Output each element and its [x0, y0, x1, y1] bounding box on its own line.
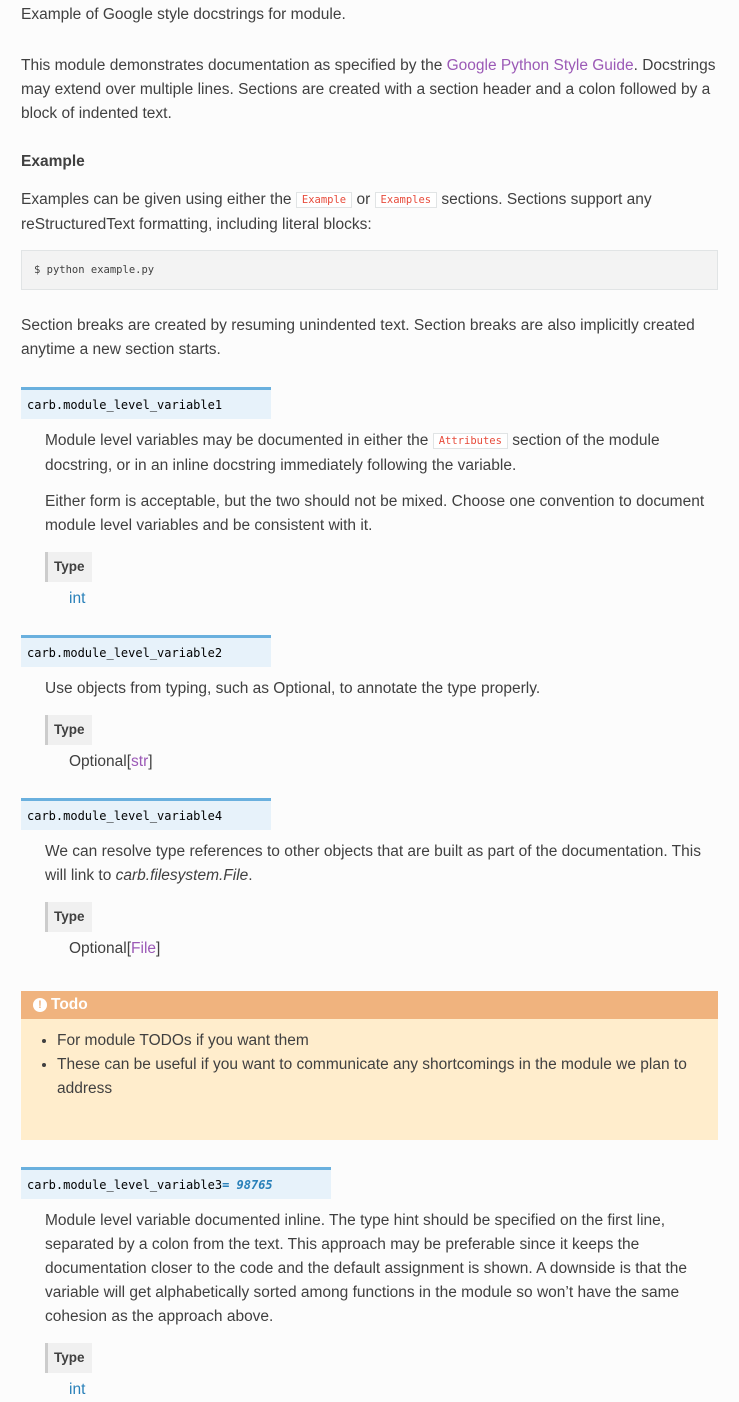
signature-name: carb.module_level_variable2: [27, 646, 223, 660]
description-para: Use objects from typing, such as Optiona…: [45, 680, 541, 697]
type-field-label: Type: [45, 715, 92, 745]
type-field-label: Type: [45, 1343, 92, 1373]
description-para: Module level variables may be documented…: [45, 429, 718, 478]
type-field-value: Optional[File]: [45, 937, 718, 961]
signature-name: carb.module_level_variable1: [27, 398, 223, 412]
signature-name: carb.module_level_variable3: [27, 1178, 223, 1192]
module-summary: Example of Google style docstrings for m…: [21, 6, 346, 23]
module-description: This module demonstrates documentation a…: [21, 54, 718, 126]
type-field-label: Type: [45, 552, 92, 582]
inline-code-example: Example: [295, 192, 353, 208]
variable-signature[interactable]: carb.module_level_variable2: [21, 635, 271, 667]
type-prefix: Optional[: [69, 940, 132, 957]
todo-title: ! Todo: [21, 991, 718, 1019]
variable-description: Module level variable documented inline.…: [21, 1209, 718, 1402]
example-description: Examples can be given using either the E…: [21, 188, 718, 237]
variable-entry: carb.module_level_variable2 Use objects …: [21, 623, 718, 774]
type-suffix: ]: [156, 940, 161, 957]
literal-code-block: $ python example.py: [21, 250, 718, 290]
type-field-value: int: [45, 1378, 718, 1402]
variable-description: Use objects from typing, such as Optiona…: [21, 677, 718, 774]
variable-entry: carb.module_level_variable3= 98765 Modul…: [21, 1155, 718, 1402]
todo-item: For module TODOs if you want them: [57, 1029, 718, 1053]
para-text: Module level variables may be documented…: [45, 432, 433, 449]
variable-entry: carb.module_level_variable4 We can resol…: [21, 786, 718, 961]
variable-signature[interactable]: carb.module_level_variable1: [21, 387, 271, 419]
inline-code-examples: Examples: [374, 192, 438, 208]
todo-title-text: Todo: [51, 996, 88, 1013]
example-text-or: or: [352, 191, 375, 208]
section-break-note: Section breaks are created by resuming u…: [21, 317, 695, 358]
para-text-cont: .: [248, 867, 253, 884]
example-heading: Example: [21, 153, 85, 170]
description-text: This module demonstrates documentation a…: [21, 57, 447, 74]
inline-code-attributes: Attributes: [432, 433, 508, 449]
exclamation-circle-icon: !: [33, 998, 47, 1012]
todo-item: These can be useful if you want to commu…: [57, 1053, 718, 1101]
type-link-str[interactable]: str: [131, 753, 148, 770]
description-para: Either form is acceptable, but the two s…: [45, 493, 705, 534]
google-style-guide-link[interactable]: Google Python Style Guide: [447, 57, 634, 74]
variable-signature[interactable]: carb.module_level_variable4: [21, 798, 271, 830]
type-suffix: ]: [148, 753, 153, 770]
variable-description: We can resolve type references to other …: [21, 840, 718, 961]
description-para: We can resolve type references to other …: [45, 840, 718, 888]
type-field-value: Optional[str]: [45, 750, 718, 774]
variable-description: Module level variables may be documented…: [21, 429, 718, 611]
type-link-file[interactable]: File: [131, 940, 156, 957]
todo-admonition: ! Todo For module TODOs if you want them …: [21, 991, 718, 1140]
todo-list: For module TODOs if you want them These …: [21, 1029, 718, 1101]
default-value: = 98765: [222, 1178, 273, 1192]
file-reference: carb.filesystem.File: [115, 867, 249, 884]
description-para: Module level variable documented inline.…: [45, 1212, 687, 1325]
type-prefix: Optional[: [69, 753, 132, 770]
document-page: Example of Google style docstrings for m…: [0, 0, 739, 1402]
variable-signature[interactable]: carb.module_level_variable3= 98765: [21, 1167, 331, 1199]
signature-name: carb.module_level_variable4: [27, 809, 223, 823]
type-field-value: int: [45, 587, 718, 611]
type-link-int[interactable]: int: [69, 1381, 85, 1398]
type-field-label: Type: [45, 902, 92, 932]
example-text: Examples can be given using either the: [21, 191, 296, 208]
type-link-int[interactable]: int: [69, 590, 85, 607]
variable-entry: carb.module_level_variable1 Module level…: [21, 375, 718, 611]
